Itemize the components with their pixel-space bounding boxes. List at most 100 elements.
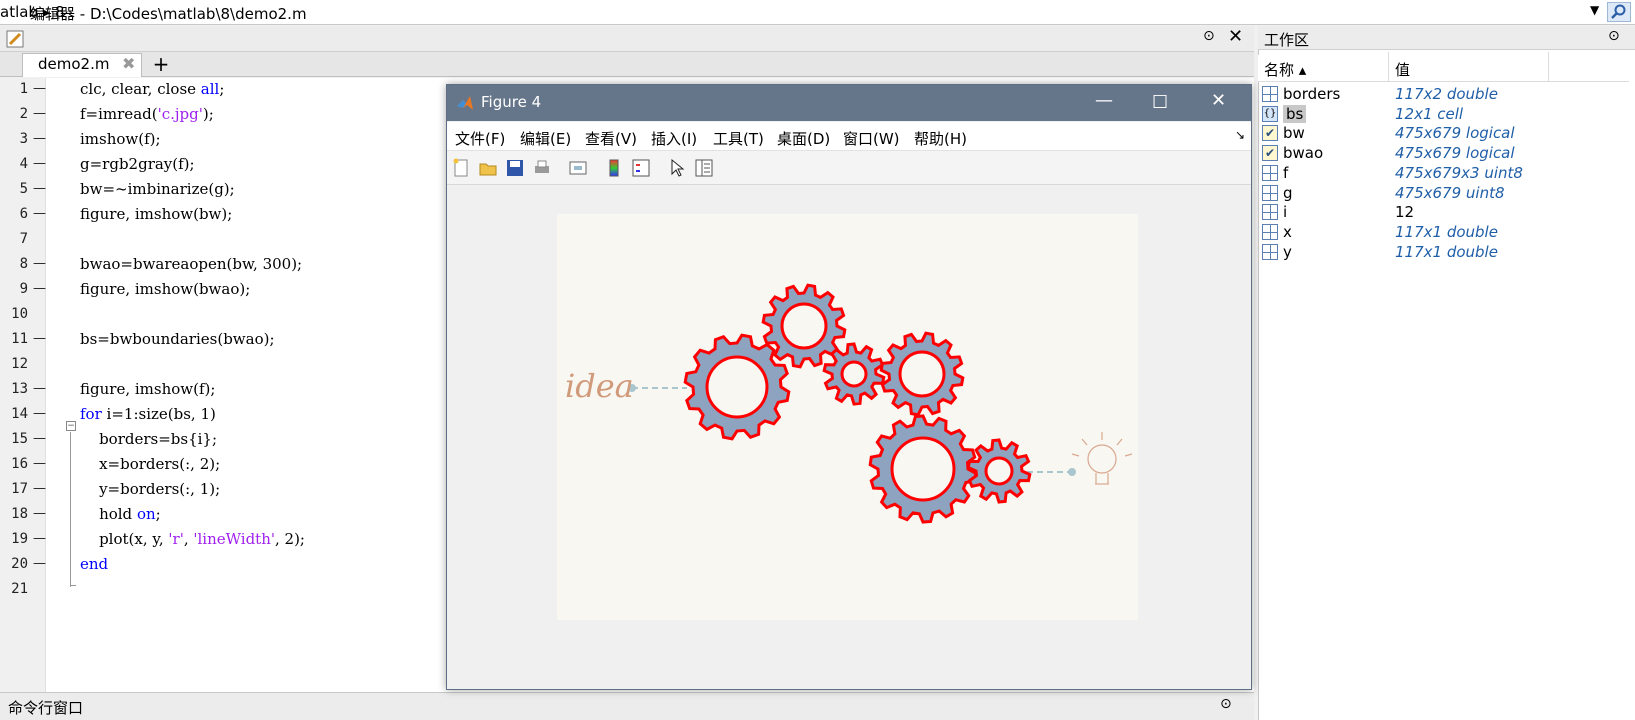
code-token: borders=bs{i}; <box>80 430 218 448</box>
tab-close-icon[interactable]: ✖ <box>122 54 135 73</box>
variable-value: 117x1 double <box>1395 223 1498 241</box>
breakpoint-dash[interactable]: — <box>33 106 46 121</box>
code-line[interactable]: end <box>80 555 108 573</box>
minimize-button[interactable]: — <box>1095 90 1113 111</box>
code-token: g=rgb2gray(f); <box>80 155 195 173</box>
figure-image[interactable]: idea <box>557 214 1138 620</box>
search-icon[interactable] <box>1607 2 1631 22</box>
code-line[interactable]: x=borders(:, 2); <box>80 455 220 473</box>
editor-pencil-icon <box>6 30 24 48</box>
close-icon[interactable]: ✕ <box>1228 26 1243 47</box>
code-line[interactable]: imshow(f); <box>80 130 161 148</box>
variable-name[interactable]: borders <box>1283 85 1340 103</box>
fold-toggle[interactable]: − <box>66 421 76 431</box>
breakpoint-dash[interactable]: — <box>33 431 46 446</box>
pointer-icon[interactable] <box>667 158 687 178</box>
idea-text: idea <box>565 367 634 405</box>
breakpoint-dash[interactable]: — <box>33 256 46 271</box>
column-value-header[interactable]: 值 <box>1395 59 1410 80</box>
maximize-button[interactable]: ☐ <box>1152 92 1168 113</box>
code-line[interactable]: bw=~imbinarize(g); <box>80 180 235 198</box>
workspace-header <box>1258 55 1629 82</box>
matrix-icon <box>1262 86 1278 102</box>
column-divider[interactable] <box>1388 52 1389 82</box>
variable-name[interactable]: f <box>1283 164 1288 182</box>
breakpoint-dash[interactable]: — <box>33 406 46 421</box>
dock-arrow-icon[interactable]: ↘ <box>1235 128 1245 142</box>
panel-menu-icon[interactable]: ⊙ <box>1220 696 1232 712</box>
breakpoint-dash[interactable]: — <box>33 556 46 571</box>
property-inspector-icon[interactable] <box>694 158 714 178</box>
code-line[interactable]: g=rgb2gray(f); <box>80 155 195 173</box>
breakpoint-dash[interactable]: — <box>33 206 46 221</box>
variable-name[interactable]: bw <box>1283 124 1305 142</box>
breakpoint-dash[interactable]: — <box>33 456 46 471</box>
code-line[interactable]: y=borders(:, 1); <box>80 480 220 498</box>
menu-item[interactable]: 工具(T) <box>713 128 764 149</box>
code-token: figure, imshow(bwao); <box>80 280 251 298</box>
code-line[interactable]: hold on; <box>80 505 161 523</box>
code-line[interactable]: bwao=bwareaopen(bw, 300); <box>80 255 302 273</box>
breakpoint-dash[interactable]: — <box>33 531 46 546</box>
code-line[interactable]: bs=bwboundaries(bwao); <box>80 330 275 348</box>
menu-item[interactable]: 帮助(H) <box>914 128 967 149</box>
code-line[interactable]: figure, imshow(bwao); <box>80 280 250 298</box>
panel-menu-icon[interactable]: ⊙ <box>1608 28 1620 44</box>
code-line[interactable]: borders=bs{i}; <box>80 430 217 448</box>
panel-menu-icon[interactable]: ⊙ <box>1203 28 1215 44</box>
breakpoint-dash[interactable]: — <box>33 131 46 146</box>
chevron-down-icon[interactable]: ▼ <box>1590 3 1599 17</box>
editor-tab-strip <box>0 52 1254 77</box>
column-name-header[interactable]: 名称 ▴ <box>1264 59 1306 80</box>
menu-item[interactable]: 查看(V) <box>585 128 637 149</box>
column-divider[interactable] <box>1548 52 1549 82</box>
link-plot-icon[interactable] <box>568 158 588 178</box>
save-icon[interactable] <box>505 158 525 178</box>
breakpoint-dash[interactable]: — <box>33 331 46 346</box>
line-number: 20 <box>11 556 28 572</box>
command-window[interactable]: ⊙ <box>0 692 1254 720</box>
code-line[interactable]: f=imread('c.jpg'); <box>80 105 214 123</box>
code-line[interactable]: clc, clear, close all; <box>80 80 224 98</box>
close-window-button[interactable]: ✕ <box>1211 90 1226 111</box>
breakpoint-dash[interactable]: — <box>33 281 46 296</box>
code-line[interactable]: for i=1:size(bs, 1) <box>80 405 216 423</box>
colorbar-icon[interactable] <box>604 158 624 178</box>
add-tab-button[interactable]: + <box>146 54 176 76</box>
menu-item[interactable]: 窗口(W) <box>843 128 900 149</box>
breakpoint-dash[interactable]: — <box>33 506 46 521</box>
print-icon[interactable] <box>532 158 552 178</box>
gear-hole <box>780 302 828 350</box>
breakpoint-dash[interactable]: — <box>33 156 46 171</box>
legend-icon[interactable] <box>631 158 651 178</box>
menu-item[interactable]: 编辑(E) <box>520 128 571 149</box>
line-number: 15 <box>11 431 28 447</box>
tab-label[interactable]: demo2.m <box>38 55 109 73</box>
variable-name[interactable]: g <box>1283 184 1293 202</box>
open-file-icon[interactable] <box>478 158 498 178</box>
fold-guide <box>70 432 71 587</box>
variable-name[interactable]: x <box>1283 223 1292 241</box>
breakpoint-dash[interactable]: — <box>33 381 46 396</box>
breakpoint-dash[interactable]: — <box>33 181 46 196</box>
code-line[interactable]: plot(x, y, 'r', 'lineWidth', 2); <box>80 530 305 548</box>
code-line[interactable]: figure, imshow(f); <box>80 380 215 398</box>
variable-name[interactable]: i <box>1283 203 1287 221</box>
code-line[interactable]: figure, imshow(bw); <box>80 205 232 223</box>
breakpoint-dash[interactable]: — <box>33 481 46 496</box>
variable-name[interactable]: bwao <box>1283 144 1323 162</box>
figure-titlebar[interactable] <box>447 85 1251 121</box>
breakpoint-dash[interactable]: — <box>33 81 46 96</box>
code-token: , <box>183 530 194 548</box>
line-number: 2 <box>19 106 28 122</box>
workspace-row[interactable] <box>1258 202 1629 222</box>
lightbulb-icon <box>1071 432 1133 485</box>
menu-item[interactable]: 文件(F) <box>455 128 505 149</box>
new-figure-icon[interactable] <box>451 158 471 178</box>
variable-name[interactable]: bs <box>1283 105 1307 123</box>
code-token: ; <box>219 80 225 98</box>
variable-name[interactable]: y <box>1283 243 1292 261</box>
menu-item[interactable]: 插入(I) <box>651 128 697 149</box>
variable-value: 12 <box>1395 203 1415 221</box>
menu-item[interactable]: 桌面(D) <box>777 128 830 149</box>
